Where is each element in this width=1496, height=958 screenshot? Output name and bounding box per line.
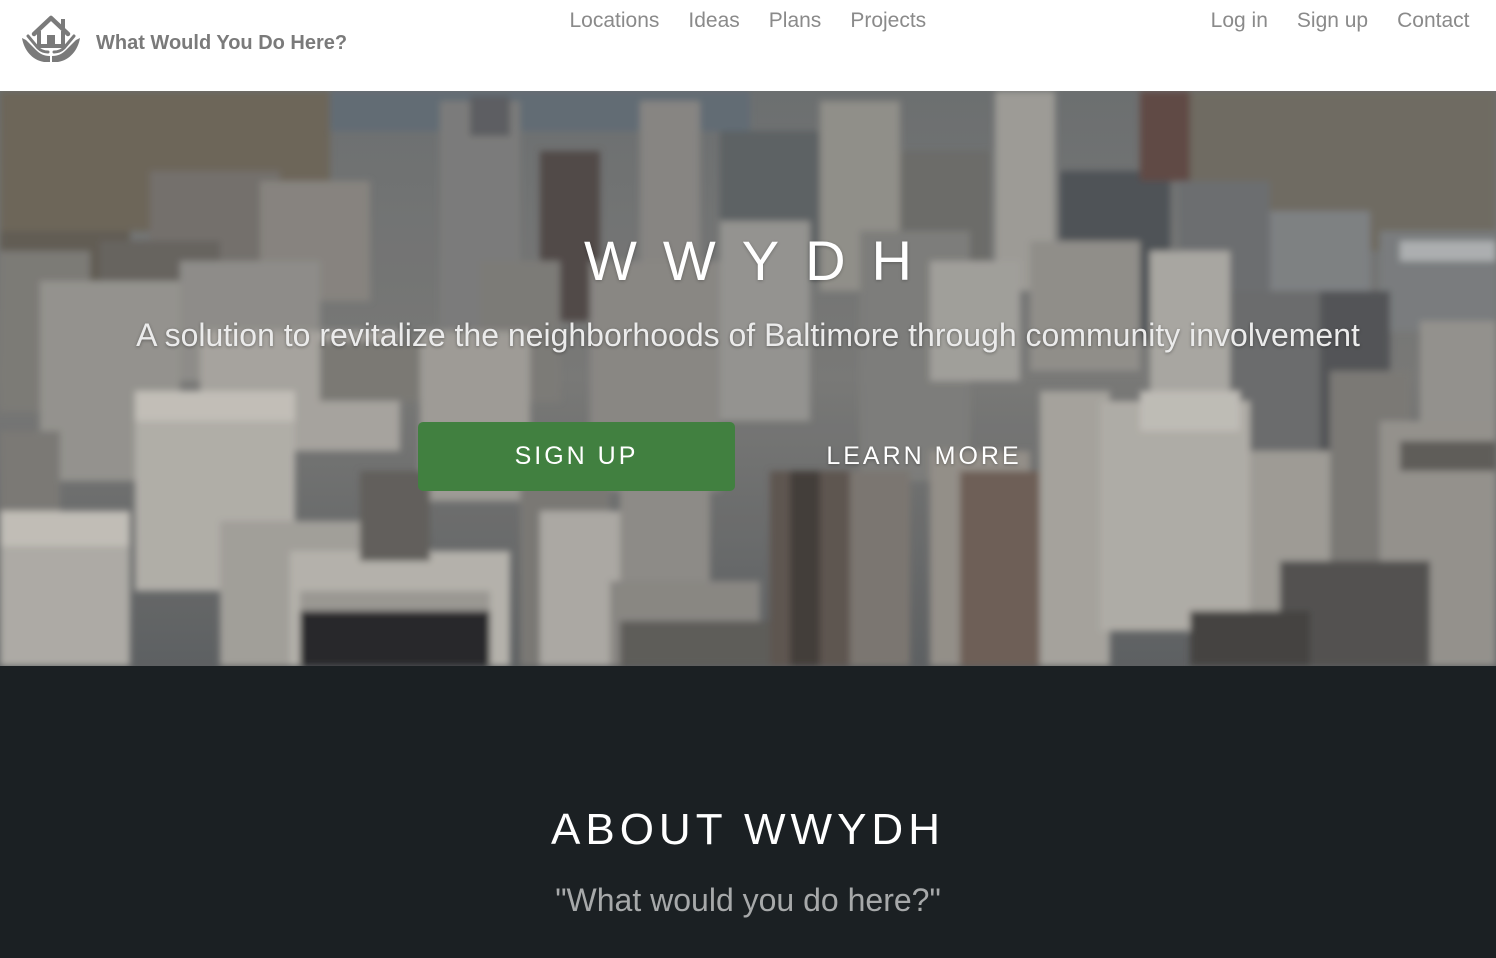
hero-title: WWYDH: [584, 229, 938, 292]
about-heading: ABOUT WWYDH: [551, 805, 945, 854]
main-nav: Locations Ideas Plans Projects: [555, 6, 941, 36]
nav-contact-link[interactable]: Contact: [1383, 6, 1484, 36]
nav-signup-link[interactable]: Sign up: [1282, 6, 1382, 36]
nav-ideas-link[interactable]: Ideas: [674, 6, 754, 36]
hero-subtitle: A solution to revitalize the neighborhoo…: [136, 317, 1360, 353]
hero-section: WWYDH A solution to revitalize the neigh…: [0, 91, 1496, 666]
brand-name: What Would You Do Here?: [96, 31, 348, 54]
hero-background-image: [0, 91, 1496, 666]
nav-locations-link[interactable]: Locations: [555, 6, 674, 36]
about-section: ABOUT WWYDH "What would you do here?": [0, 666, 1496, 958]
account-nav: Log in Sign up Contact: [1196, 6, 1484, 36]
hero-learn-more-button[interactable]: LEARN MORE: [800, 422, 1048, 491]
about-tagline: "What would you do here?": [555, 882, 941, 918]
nav-login-link[interactable]: Log in: [1196, 6, 1282, 36]
house-in-hands-icon: [22, 15, 80, 62]
nav-plans-link[interactable]: Plans: [754, 6, 836, 36]
hero-signup-button[interactable]: SIGN UP: [418, 422, 735, 491]
brand-link[interactable]: What Would You Do Here?: [20, 10, 347, 68]
navbar: What Would You Do Here? Locations Ideas …: [0, 0, 1496, 91]
nav-projects-link[interactable]: Projects: [836, 6, 941, 36]
